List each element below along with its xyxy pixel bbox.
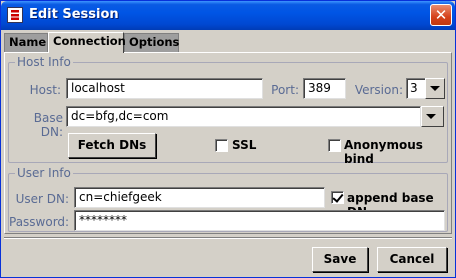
close-button[interactable]: ✕ <box>430 4 452 26</box>
save-button[interactable]: Save <box>312 247 368 272</box>
user-dn-input[interactable]: cn=chiefgeek <box>74 187 325 208</box>
fetch-dns-button[interactable]: Fetch DNs <box>68 133 156 158</box>
append-base-dn-checkbox[interactable] <box>331 191 344 204</box>
edit-session-dialog: Edit Session ✕ Name Connection Options H… <box>0 0 456 278</box>
ssl-label: SSL <box>232 138 257 152</box>
base-dn-label: Base DN: <box>33 111 63 139</box>
anonymous-bind-label: Anonymous bind <box>344 138 423 166</box>
password-input[interactable]: ******** <box>74 210 445 231</box>
base-dn-dropdown-arrow-icon[interactable] <box>421 106 444 127</box>
title-bar[interactable]: Edit Session ✕ <box>1 1 455 30</box>
port-input[interactable]: 389 <box>303 78 346 99</box>
host-label: Host: <box>29 83 61 97</box>
base-dn-input[interactable]: dc=bfg,dc=com <box>66 106 421 127</box>
ssl-checkbox[interactable] <box>215 139 228 152</box>
user-dn-label: User DN: <box>15 192 69 206</box>
host-input[interactable]: localhost <box>66 78 263 99</box>
version-dropdown-arrow-icon[interactable] <box>425 78 445 99</box>
app-icon <box>7 7 23 23</box>
window-title: Edit Session <box>29 7 119 22</box>
tab-options[interactable]: Options <box>124 33 179 52</box>
tab-connection[interactable]: Connection <box>48 32 126 53</box>
tab-name[interactable]: Name <box>4 33 48 52</box>
version-label: Version: <box>354 83 403 97</box>
footer-divider <box>4 237 452 239</box>
close-icon: ✕ <box>434 6 448 24</box>
port-label: Port: <box>271 83 299 97</box>
cancel-button[interactable]: Cancel <box>377 247 447 272</box>
host-info-title: Host Info <box>15 55 73 69</box>
user-info-title: User Info <box>15 166 73 180</box>
password-label: Password: <box>9 215 70 229</box>
anonymous-bind-checkbox[interactable] <box>328 139 341 152</box>
